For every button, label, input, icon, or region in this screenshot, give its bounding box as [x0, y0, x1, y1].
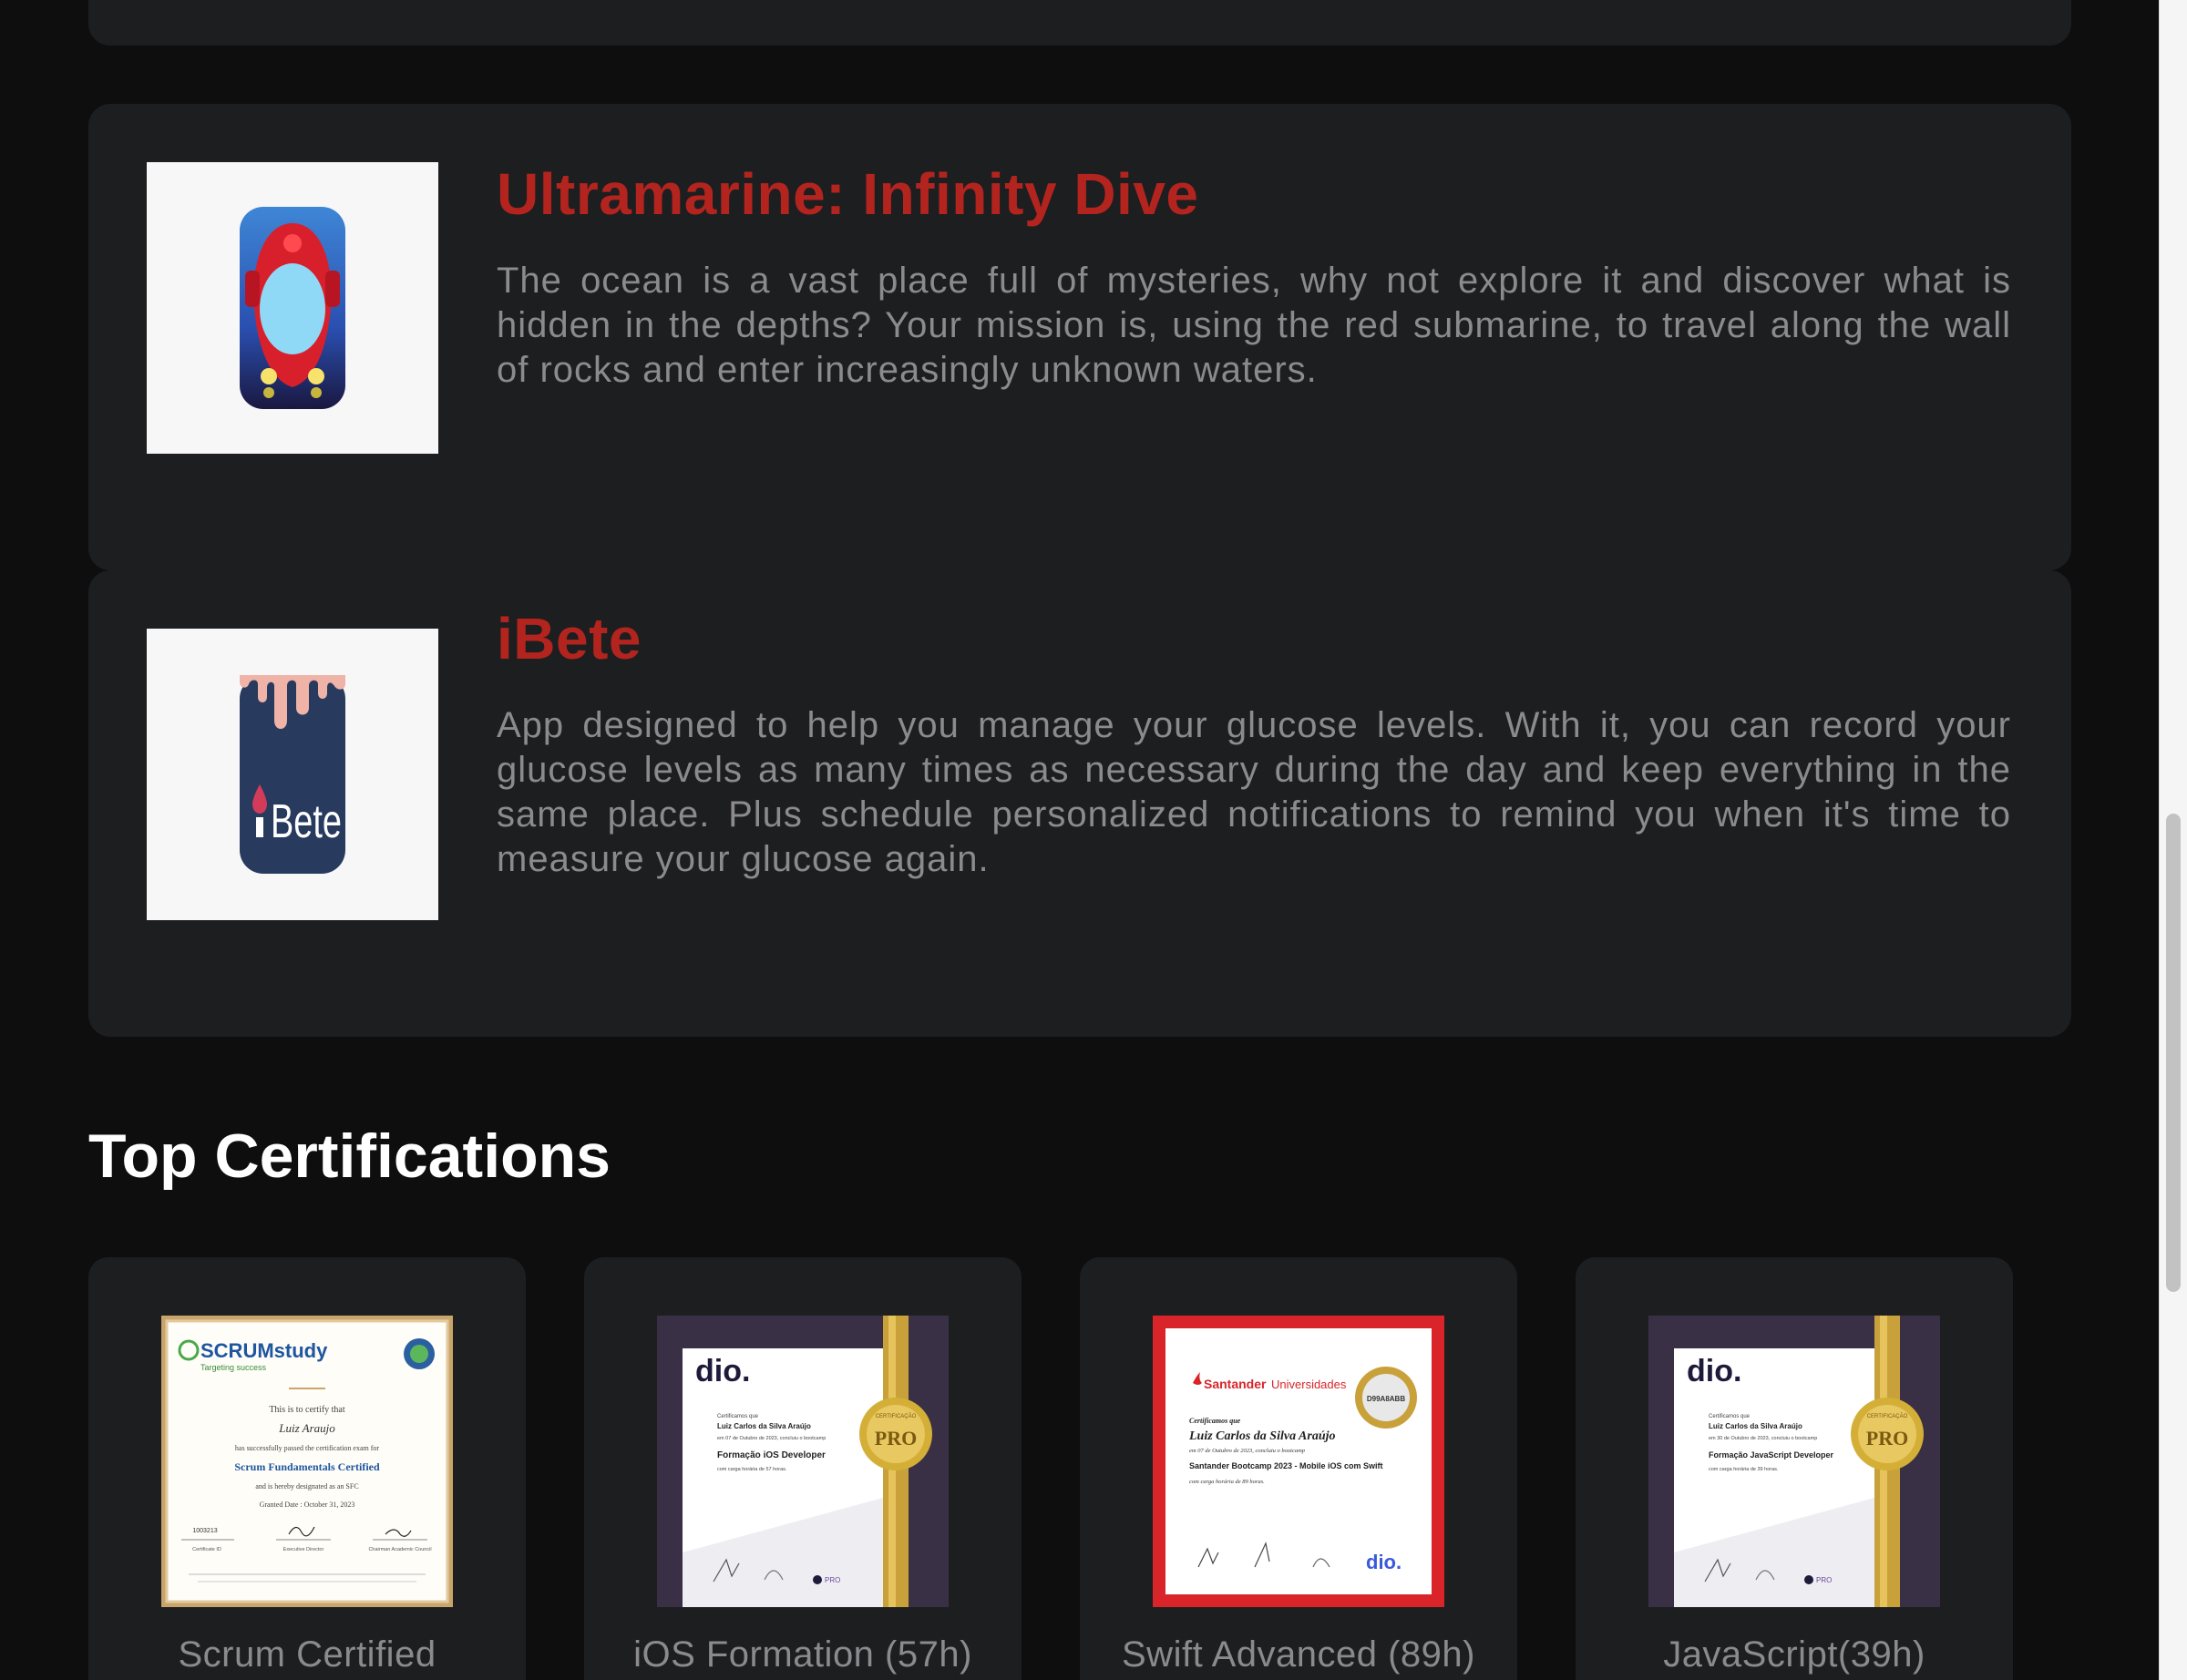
certification-card[interactable]: SCRUMstudy Targeting success This is to … — [88, 1257, 526, 1680]
dio-logo-text: dio. — [695, 1354, 750, 1388]
granted-date: Granted Date : October 31, 2023 — [260, 1501, 355, 1509]
signature-label-1: Certificate ID — [192, 1547, 221, 1552]
recipient-name: Luiz Carlos da Silva Araújo — [1188, 1429, 1336, 1443]
completion-line: em 07 de Outubro de 2023, concluiu o boo… — [717, 1436, 826, 1441]
universidades-text: Universidades — [1271, 1378, 1347, 1391]
hours-text: com carga horária de 89 horas. — [1189, 1479, 1265, 1485]
ibete-app-icon: Bete — [240, 675, 345, 874]
certificate-id: 1003213 — [192, 1528, 217, 1534]
submarine-app-icon — [240, 207, 345, 409]
certificate-image: Santander Universidades D99A8ABB Certifi… — [1153, 1316, 1444, 1607]
santander-logo-text: Santander — [1204, 1377, 1267, 1391]
project-title: Ultramarine: Infinity Dive — [497, 161, 1199, 227]
certificate-image: CERTIFICAÇÃO PRO dio. Certificamos que L… — [657, 1316, 949, 1607]
project-card-ibete[interactable]: Bete iBete App designed to help you mana… — [88, 570, 2071, 1037]
seal-text: PRO — [1866, 1427, 1908, 1450]
project-thumbnail — [147, 162, 438, 454]
ibete-icon-text: Bete — [271, 795, 342, 848]
project-thumbnail: Bete — [147, 629, 438, 920]
seal-top-text: CERTIFICAÇÃO — [876, 1413, 917, 1419]
section-title-certifications: Top Certifications — [88, 1122, 611, 1191]
scrollbar-thumb[interactable] — [2166, 814, 2181, 1292]
scrumstudy-logo-text: SCRUMstudy — [200, 1339, 328, 1362]
hours-text: com carga horária de 39 horas. — [1709, 1467, 1779, 1472]
signature-label-2: Executive Director — [283, 1547, 324, 1552]
course-name: Santander Bootcamp 2023 - Mobile iOS com… — [1189, 1461, 1383, 1470]
certificate-image: CERTIFICAÇÃO PRO dio. Certificamos que L… — [1648, 1316, 1940, 1607]
course-name: Formação JavaScript Developer — [1709, 1450, 1834, 1460]
portfolio-page: Ultramarine: Infinity Dive The ocean is … — [0, 0, 2187, 1680]
certify-text: Certificamos que — [1189, 1417, 1241, 1425]
course-name: Scrum Fundamentals Certified — [234, 1460, 380, 1473]
project-card-ultramarine[interactable]: Ultramarine: Infinity Dive The ocean is … — [88, 104, 2071, 570]
certification-card[interactable]: CERTIFICAÇÃO PRO dio. Certificamos que L… — [584, 1257, 1022, 1680]
scrumstudy-tagline: Targeting success — [200, 1363, 267, 1372]
pro-badge-text: PRO — [1816, 1576, 1832, 1584]
certification-label: Scrum Certified — [178, 1634, 436, 1675]
dio-logo-text: dio. — [1687, 1354, 1741, 1388]
recipient-name: Luiz Araujo — [278, 1421, 335, 1435]
course-name: Formação iOS Developer — [717, 1450, 826, 1460]
certify-text: Certificamos que — [1709, 1414, 1751, 1419]
page-scrollbar[interactable] — [2159, 0, 2187, 1680]
seal-text: PRO — [875, 1427, 917, 1450]
completion-line: em 07 de Outubro de 2023, concluiu o boo… — [1189, 1448, 1306, 1454]
completion-line: em 30 de Outubro de 2023, concluiu o boo… — [1709, 1436, 1817, 1441]
verification-code: D99A8ABB — [1367, 1395, 1405, 1403]
certification-card[interactable]: Santander Universidades D99A8ABB Certifi… — [1080, 1257, 1517, 1680]
project-description: The ocean is a vast place full of myster… — [497, 261, 2011, 390]
signature-label-3: Chairman Academic Council — [368, 1547, 431, 1552]
pro-badge-text: PRO — [825, 1576, 840, 1584]
certify-text: Certificamos que — [717, 1414, 759, 1419]
project-title: iBete — [497, 606, 642, 671]
certificate-image: SCRUMstudy Targeting success This is to … — [161, 1316, 453, 1607]
certification-label: iOS Formation (57h) — [633, 1634, 972, 1675]
passed-text: has successfully passed the certificatio… — [235, 1444, 380, 1452]
hours-text: com carga horária de 57 horas. — [717, 1467, 787, 1472]
certify-text: This is to certify that — [269, 1405, 345, 1415]
certification-label: Swift Advanced (89h) — [1122, 1634, 1475, 1675]
seal-top-text: CERTIFICAÇÃO — [1867, 1413, 1908, 1419]
recipient-name: Luiz Carlos da Silva Araújo — [717, 1422, 811, 1430]
dio-logo-text: dio. — [1366, 1551, 1402, 1573]
designated-text: and is hereby designated as an SFC — [255, 1482, 358, 1490]
certification-card[interactable]: CERTIFICAÇÃO PRO dio. Certificamos que L… — [1576, 1257, 2013, 1680]
previous-project-card[interactable] — [88, 0, 2071, 46]
recipient-name: Luiz Carlos da Silva Araújo — [1709, 1422, 1802, 1430]
certification-label: JavaScript(39h) — [1663, 1634, 1925, 1675]
project-description: App designed to help you manage your glu… — [497, 705, 2011, 879]
